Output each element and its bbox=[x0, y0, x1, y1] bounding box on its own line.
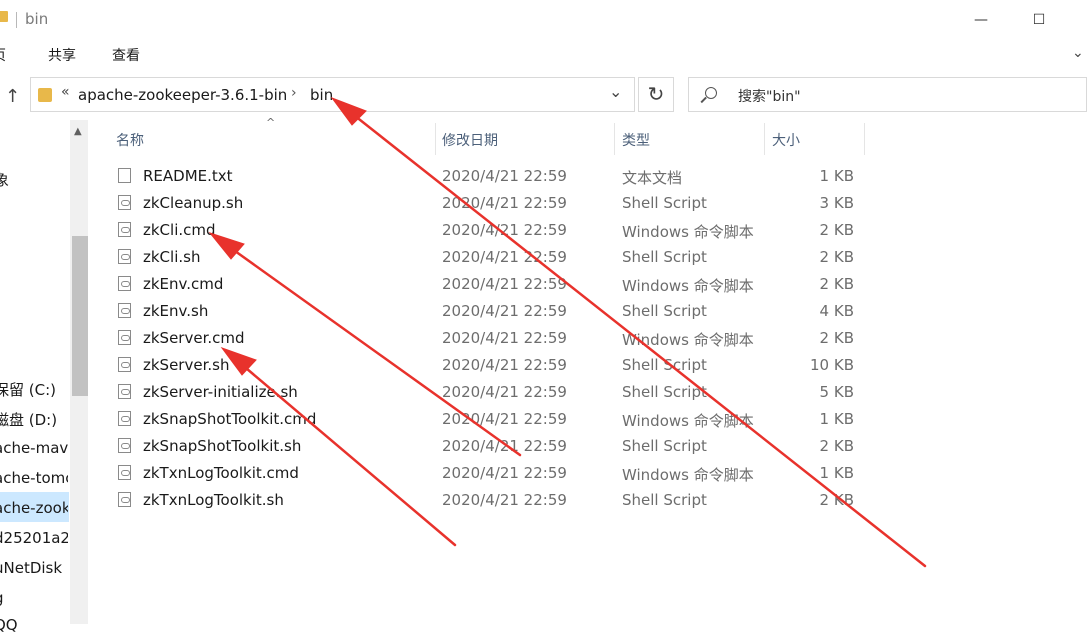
annotation-arrows bbox=[208, 96, 927, 568]
annotation-arrow-zkserver bbox=[238, 361, 457, 547]
annotation-arrow-zkcli bbox=[226, 244, 522, 457]
annotation-arrow-bin bbox=[348, 110, 927, 568]
